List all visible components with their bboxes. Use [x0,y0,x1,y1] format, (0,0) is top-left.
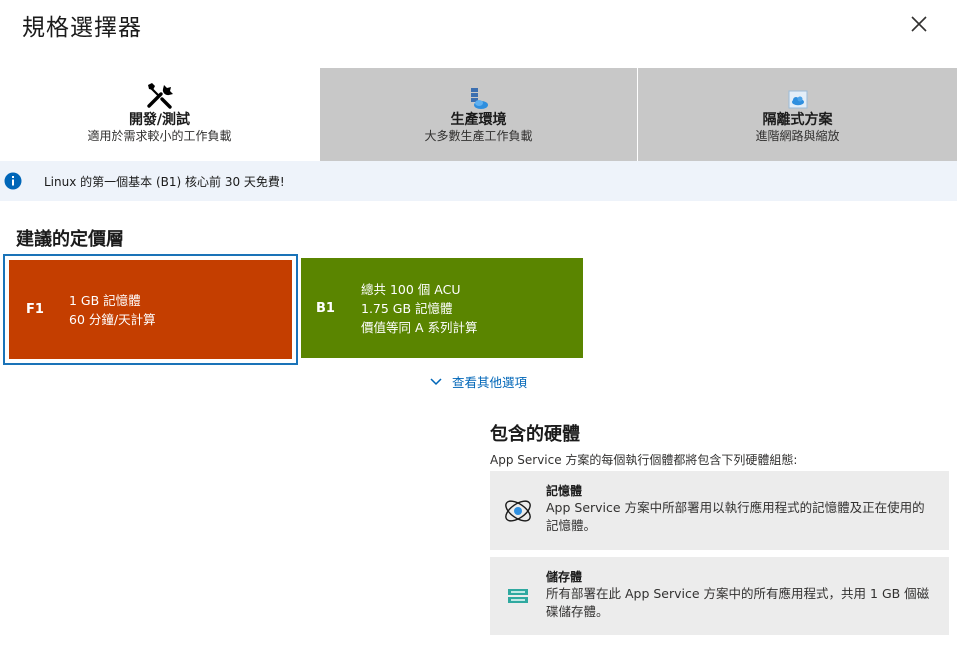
recommended-tiers-title: 建議的定價層 [16,229,124,250]
hardware-item-description: 所有部署在此 App Service 方案中的所有應用程式，共用 1 GB 個磁… [546,585,929,621]
memory-icon [490,471,546,550]
server-icon [469,74,489,110]
tab-dev-test-subtitle: 適用於需求較小的工作負載 [87,129,232,143]
tab-production[interactable]: 生產環境 大多數生產工作負載 [319,68,637,161]
tab-isolated-label: 隔離式方案 [762,112,833,128]
hardware-item-name: 儲存體 [546,570,583,584]
page-title: 規格選擇器 [22,15,142,41]
environment-tabs: 開發/測試 適用於需求較小的工作負載 生產環境 大多數生產工作負載 隔離式方案 [0,68,957,161]
tier-feature: 價值等同 A 系列計算 [361,319,478,335]
tier-card-f1[interactable]: F1 1 GB 記憶體 60 分鐘/天計算 [3,254,298,365]
tab-dev-test-label: 開發/測試 [128,112,191,128]
tab-isolated-subtitle: 進階網路與縮放 [755,129,840,143]
isolated-cloud-icon [788,74,808,110]
hardware-item-storage: 儲存體 所有部署在此 App Service 方案中的所有應用程式，共用 1 G… [490,557,949,635]
hardware-item-description: App Service 方案中所部署用以執行應用程式的記憶體及正在使用的 記憶體… [546,499,925,535]
hardware-item-description-line: 記憶體。 [546,518,597,533]
tier-card-f1-body: F1 1 GB 記憶體 60 分鐘/天計算 [8,259,293,360]
tab-dev-test[interactable]: 開發/測試 適用於需求較小的工作負載 [0,68,319,161]
included-hardware-title: 包含的硬體 [490,424,580,445]
hardware-item-description-line: 碟儲存體。 [546,604,609,619]
see-more-options-link[interactable]: 查看其他選項 [430,372,527,391]
hardware-item-name: 記憶體 [546,484,583,498]
tools-icon [145,74,175,110]
info-banner: Linux 的第一個基本 (B1) 核心前 30 天免費! [0,161,957,201]
storage-icon [490,557,546,635]
hardware-item-description-line: 所有部署在此 App Service 方案中的所有應用程式，共用 1 GB 個磁 [546,586,930,601]
tier-feature: 1.75 GB 記憶體 [361,300,453,316]
tier-feature: 1 GB 記憶體 [69,292,141,308]
tier-feature: 總共 100 個 ACU [361,281,461,297]
hardware-item-memory: 記憶體 App Service 方案中所部署用以執行應用程式的記憶體及正在使用的… [490,471,949,550]
info-banner-text: Linux 的第一個基本 (B1) 核心前 30 天免費! [44,174,285,189]
hardware-item-description-line: App Service 方案中所部署用以執行應用程式的記憶體及正在使用的 [546,500,925,515]
tab-production-label: 生產環境 [450,112,507,128]
tab-production-subtitle: 大多數生產工作負載 [424,129,533,143]
chevron-down-icon [430,377,442,385]
tier-card-b1[interactable]: B1 總共 100 個 ACU 1.75 GB 記憶體 價值等同 A 系列計算 [301,258,583,358]
tier-code: F1 [26,302,44,317]
included-hardware-subtitle: App Service 方案的每個執行個體都將包含下列硬體組態: [490,453,798,467]
info-icon [4,172,22,190]
tier-code: B1 [316,300,335,316]
tab-isolated[interactable]: 隔離式方案 進階網路與縮放 [637,68,957,161]
tier-feature: 60 分鐘/天計算 [69,311,156,327]
see-more-options-label: 查看其他選項 [452,375,528,390]
tier-description: 1 GB 記憶體 60 分鐘/天計算 [69,291,156,329]
close-icon[interactable] [907,12,931,36]
tier-description: 總共 100 個 ACU 1.75 GB 記憶體 價值等同 A 系列計算 [361,280,478,337]
